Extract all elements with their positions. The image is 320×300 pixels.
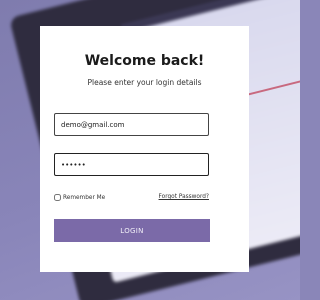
remember-me-label: Remember Me (63, 194, 106, 201)
email-field[interactable] (54, 113, 209, 136)
login-card: Welcome back! Please enter your login de… (40, 26, 249, 272)
password-field[interactable] (54, 153, 209, 176)
login-subtitle: Please enter your login details (87, 78, 202, 87)
remember-me-checkbox[interactable] (54, 194, 61, 201)
login-title: Welcome back! (84, 53, 205, 69)
forgot-password-link[interactable]: Forgot Password? (159, 194, 209, 201)
login-button[interactable]: LOGIN (54, 219, 210, 242)
login-options-row: Remember Me Forgot Password? (54, 194, 209, 206)
remember-me[interactable]: Remember Me (54, 194, 105, 201)
